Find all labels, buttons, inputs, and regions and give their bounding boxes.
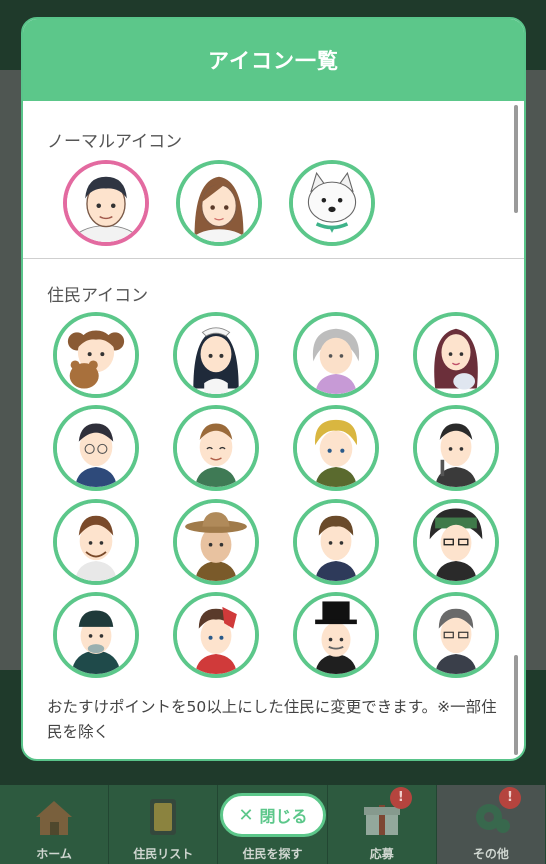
resident-icon[interactable] — [293, 405, 379, 491]
tab-apply-label: 応募 — [369, 847, 394, 861]
resident-capped-man-icon — [57, 596, 135, 674]
resident-grandmother-icon — [297, 316, 375, 394]
resident-icon[interactable] — [173, 312, 259, 398]
dog-avatar-icon — [293, 164, 371, 242]
tab-resident-list-label: 住民リスト — [133, 847, 194, 861]
resident-icon[interactable] — [293, 499, 379, 585]
resident-bearded-man-icon — [57, 503, 135, 581]
resident-top-hat-gentleman-icon — [297, 596, 375, 674]
tab-other-label: その他 — [472, 847, 509, 861]
resident-icon[interactable] — [413, 592, 499, 678]
scrollbar-thumb[interactable] — [514, 655, 518, 755]
resident-cowboy-hat-man-icon — [177, 503, 255, 581]
resident-maid-icon — [177, 316, 255, 394]
normal-icon-male-avatar[interactable] — [63, 160, 149, 246]
resident-girl-with-bear-icon — [57, 316, 135, 394]
female-avatar-icon — [180, 164, 258, 242]
resident-icons-section-title: 住民アイコン — [47, 286, 149, 306]
close-button[interactable]: ✕ 閉じる — [220, 793, 326, 837]
resident-smiling-man-apron-icon — [177, 409, 255, 487]
modal-title: アイコン一覧 — [208, 49, 339, 73]
resident-icon[interactable] — [53, 592, 139, 678]
book-icon — [150, 799, 177, 835]
resident-speaker-man-icon — [417, 409, 495, 487]
resident-icon[interactable] — [173, 499, 259, 585]
close-icon: ✕ — [238, 804, 254, 826]
normal-icon-dog-avatar[interactable] — [289, 160, 375, 246]
notification-badge: ! — [389, 787, 412, 809]
normal-icon-female-avatar[interactable] — [176, 160, 262, 246]
house-icon — [36, 801, 73, 835]
resident-bandana-glasses-man-icon — [417, 503, 495, 581]
resident-icon[interactable] — [413, 499, 499, 585]
normal-icons-section-title: ノーマルアイコン — [47, 132, 183, 152]
resident-blond-boy-icon — [297, 409, 375, 487]
resident-woman-with-cat-icon — [417, 316, 495, 394]
tab-home-label: ホーム — [36, 847, 72, 861]
resident-icon[interactable] — [173, 592, 259, 678]
resident-icon[interactable] — [53, 405, 139, 491]
notification-badge: ! — [499, 787, 522, 809]
resident-hero-mask-boy-icon — [177, 596, 255, 674]
resident-icon[interactable] — [293, 592, 379, 678]
tab-search-residents-label: 住民を探す — [242, 847, 303, 861]
tab-apply[interactable]: 応募 ! — [328, 785, 437, 864]
scrollbar-thumb[interactable] — [514, 105, 518, 213]
resident-icon[interactable] — [413, 312, 499, 398]
resident-young-man-icon — [297, 503, 375, 581]
modal-header: アイコン一覧 — [23, 19, 524, 101]
resident-icon[interactable] — [173, 405, 259, 491]
resident-icon[interactable] — [53, 312, 139, 398]
tab-other[interactable]: その他 ! — [436, 785, 546, 864]
resident-icon[interactable] — [53, 499, 139, 585]
resident-gray-hair-glasses-man-icon — [417, 596, 495, 674]
tab-home[interactable]: ホーム — [0, 785, 110, 864]
resident-businessman-glasses-icon — [57, 409, 135, 487]
male-avatar-icon — [67, 164, 145, 242]
section-divider — [23, 258, 524, 259]
resident-icon[interactable] — [293, 312, 379, 398]
resident-icon[interactable] — [413, 405, 499, 491]
icon-list-modal: アイコン一覧 ノーマルアイコン 住民アイコン おたすけポイントを50以上にした住… — [21, 17, 526, 761]
icon-change-note: おたすけポイントを50以上にした住民に変更できます。※一部住民を除く — [47, 698, 497, 741]
tab-resident-list[interactable]: 住民リスト — [109, 785, 219, 864]
close-button-label: 閉じる — [259, 807, 308, 826]
